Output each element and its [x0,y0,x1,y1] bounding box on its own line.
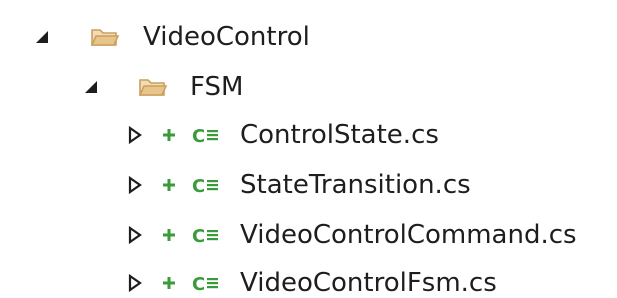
tree-node-label: FSM [190,71,244,102]
csharp-file-icon: C [192,126,218,145]
expanded-arrow-icon[interactable] [83,79,99,95]
tree-node-label: VideoControlFsm.cs [240,267,497,298]
collapsed-arrow-icon[interactable] [128,175,142,194]
svg-text:C: C [192,126,205,145]
pending-add-icon [163,276,175,289]
collapsed-arrow-icon[interactable] [128,273,142,292]
svg-text:C: C [192,226,205,245]
csharp-file-icon: C [192,274,218,293]
tree-node-label: ControlState.cs [240,119,439,150]
tree-node-file[interactable]: C StateTransition.cs [0,160,617,209]
tree-node-file[interactable]: C ControlState.cs [0,110,617,159]
solution-explorer-tree: VideoControl FSM C ControlState.cs C Sta… [0,0,617,298]
svg-text:C: C [192,274,205,293]
tree-node-label: StateTransition.cs [240,169,471,200]
svg-text:C: C [192,176,205,195]
collapsed-arrow-icon[interactable] [128,125,142,144]
folder-open-icon [138,78,168,96]
expanded-arrow-icon[interactable] [34,29,50,45]
folder-open-icon [90,28,120,46]
collapsed-arrow-icon[interactable] [128,225,142,244]
tree-node-file[interactable]: C VideoControlCommand.cs [0,210,617,259]
pending-add-icon [163,128,175,141]
csharp-file-icon: C [192,176,218,195]
tree-node-file[interactable]: C VideoControlFsm.cs [0,258,617,298]
tree-node-label: VideoControl [143,21,310,52]
csharp-file-icon: C [192,226,218,245]
tree-node-label: VideoControlCommand.cs [240,219,577,250]
pending-add-icon [163,178,175,191]
tree-node-videocontrol[interactable]: VideoControl [0,12,617,61]
tree-node-fsm[interactable]: FSM [0,62,617,111]
pending-add-icon [163,228,175,241]
